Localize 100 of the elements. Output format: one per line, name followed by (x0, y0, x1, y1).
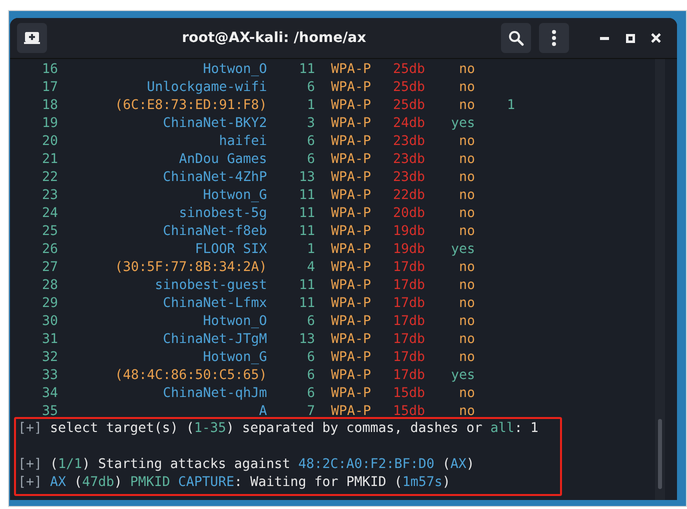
search-button[interactable] (501, 23, 531, 53)
encryption-text: WPA-P (331, 133, 372, 151)
wps-text: no (458, 277, 475, 295)
menu-button[interactable] (539, 23, 569, 53)
clients-text: 1 (507, 97, 516, 115)
search-icon (508, 30, 524, 46)
essid-text: Hotwon_G (202, 349, 267, 367)
wps-text: no (458, 313, 475, 331)
encryption-text: WPA-P (331, 277, 372, 295)
wps-text: no (458, 349, 475, 367)
encryption-text: WPA-P (331, 151, 372, 169)
target-number: 29 (42, 295, 58, 313)
target-number: 30 (42, 313, 58, 331)
wps-text: no (458, 97, 475, 115)
encryption-text: WPA-P (331, 403, 372, 421)
power-text: 17db (393, 295, 426, 313)
channel-text: 6 (306, 349, 315, 367)
power-text: 17db (393, 277, 426, 295)
essid-text: AnDou Games (178, 151, 267, 169)
channel-text: 3 (306, 115, 315, 133)
target-number: 33 (42, 367, 58, 385)
terminal-output-line: [+] (1/1) Starting attacks against 48:2C:A0:F2:BF:D0 (AX) (18, 456, 474, 474)
power-text: 23db (393, 169, 426, 187)
target-number: 20 (42, 133, 58, 151)
power-text: 25db (393, 61, 426, 79)
bssid-text: (6C:E8:73:ED:91:F8) (114, 97, 267, 115)
wps-text: no (458, 223, 475, 241)
power-text: 17db (393, 367, 426, 385)
wps-text: no (458, 79, 475, 97)
channel-text: 6 (306, 313, 315, 331)
essid-text: ChinaNet-f8eb (162, 223, 267, 241)
wps-text: no (458, 295, 475, 313)
wps-text: no (458, 133, 475, 151)
encryption-text: WPA-P (331, 331, 372, 349)
encryption-text: WPA-P (331, 187, 372, 205)
channel-text: 6 (306, 151, 315, 169)
essid-text: sinobest-5g (178, 205, 267, 223)
channel-text: 11 (298, 205, 315, 223)
minimize-icon (600, 36, 608, 40)
wps-text: yes (450, 241, 475, 259)
channel-text: 6 (306, 133, 315, 151)
power-text: 25db (393, 79, 426, 97)
essid-text: Hotwon_O (202, 313, 267, 331)
wps-text: no (458, 259, 475, 277)
target-number: 23 (42, 187, 58, 205)
target-number: 16 (42, 61, 58, 79)
channel-text: 1 (306, 97, 315, 115)
power-text: 15db (393, 403, 426, 421)
wps-text: no (458, 403, 475, 421)
wps-text: no (458, 385, 475, 403)
essid-text: Hotwon_G (202, 187, 267, 205)
channel-text: 13 (298, 331, 315, 349)
wps-text: no (458, 151, 475, 169)
channel-text: 6 (306, 79, 315, 97)
channel-text: 7 (306, 403, 315, 421)
scrollbar[interactable] (655, 59, 665, 500)
wps-text: no (458, 187, 475, 205)
target-number: 21 (42, 151, 58, 169)
target-number: 31 (42, 331, 58, 349)
encryption-text: WPA-P (331, 385, 372, 403)
channel-text: 6 (306, 385, 315, 403)
wps-text: no (458, 331, 475, 349)
essid-text: ChinaNet-BKY2 (162, 115, 267, 133)
power-text: 19db (393, 241, 426, 259)
target-number: 25 (42, 223, 58, 241)
essid-text: Hotwon_O (202, 61, 267, 79)
channel-text: 11 (298, 277, 315, 295)
encryption-text: WPA-P (331, 259, 372, 277)
channel-text: 4 (306, 259, 315, 277)
essid-text: ChinaNet-4ZhP (162, 169, 267, 187)
channel-text: 11 (298, 223, 315, 241)
encryption-text: WPA-P (331, 79, 372, 97)
wps-text: no (458, 205, 475, 223)
target-number: 18 (42, 97, 58, 115)
encryption-text: WPA-P (331, 349, 372, 367)
power-text: 22db (393, 187, 426, 205)
encryption-text: WPA-P (331, 223, 372, 241)
essid-text: ChinaNet-Lfmx (162, 295, 267, 313)
channel-text: 13 (298, 169, 315, 187)
power-text: 23db (393, 151, 426, 169)
new-tab-icon (24, 31, 40, 45)
encryption-text: WPA-P (331, 115, 372, 133)
bssid-text: (30:5F:77:8B:34:2A) (114, 259, 267, 277)
encryption-text: WPA-P (331, 97, 372, 115)
power-text: 24db (393, 115, 426, 133)
wps-text: yes (450, 115, 475, 133)
target-number: 24 (42, 205, 58, 223)
target-number: 34 (42, 385, 58, 403)
encryption-text: WPA-P (331, 241, 372, 259)
target-number: 35 (42, 403, 58, 421)
power-text: 15db (393, 385, 426, 403)
essid-text: ChinaNet-qhJm (162, 385, 267, 403)
menu-icon (552, 30, 556, 46)
window-title: root@AX-kali: /home/ax (180, 30, 368, 46)
power-text: 19db (393, 223, 426, 241)
new-tab-button[interactable] (17, 23, 47, 53)
encryption-text: WPA-P (331, 295, 372, 313)
essid-text: A (258, 403, 267, 421)
power-text: 23db (393, 133, 426, 151)
target-number: 17 (42, 79, 58, 97)
